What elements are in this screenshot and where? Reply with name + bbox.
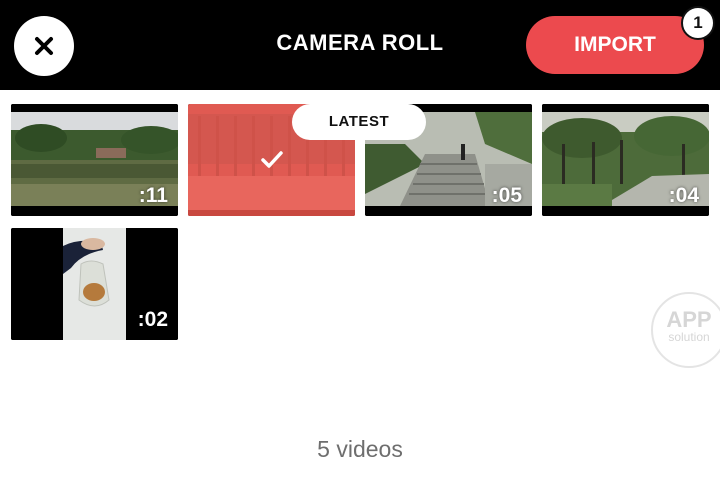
video-thumbnail[interactable]: :11	[11, 104, 178, 216]
video-duration: :05	[491, 184, 522, 207]
video-duration: :04	[668, 184, 699, 207]
video-thumbnail[interactable]: :02	[11, 228, 178, 340]
watermark-subtext: solution	[668, 330, 710, 344]
import-button[interactable]: IMPORT	[526, 16, 704, 74]
video-thumbnail[interactable]: :04	[542, 104, 709, 216]
latest-badge: LATEST	[292, 104, 426, 140]
checkmark-icon	[261, 151, 283, 168]
selected-count-badge: 1	[681, 6, 715, 40]
video-count: 5 videos	[317, 436, 403, 462]
top-bar: CAMERA ROLL IMPORT 1	[0, 0, 720, 90]
watermark-text: APP	[666, 307, 712, 332]
video-duration: :11	[138, 184, 168, 207]
watermark-logo: APP solution	[651, 292, 720, 368]
video-duration: :02	[137, 308, 168, 331]
